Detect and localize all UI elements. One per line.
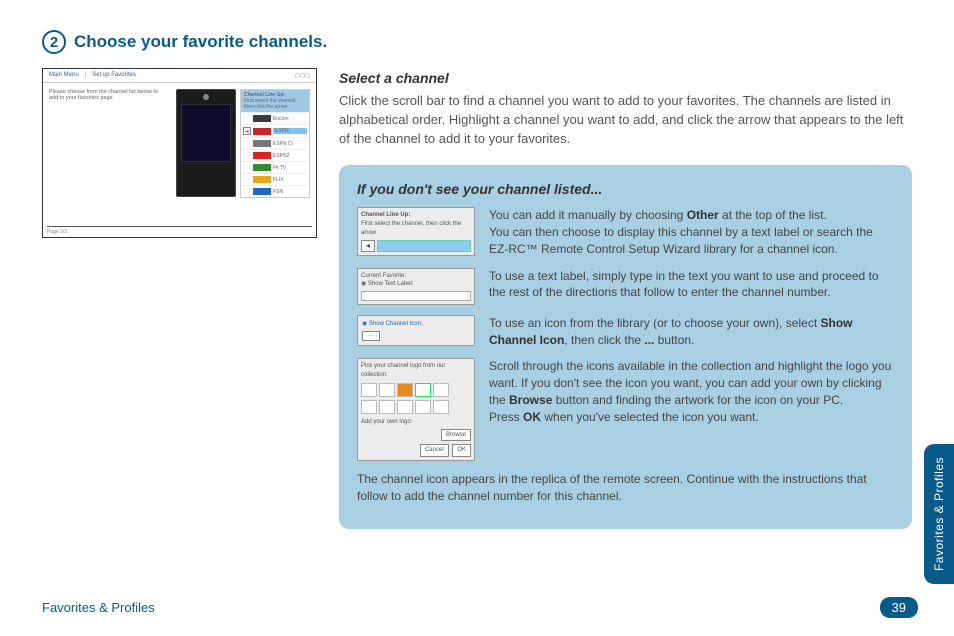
callout-r2: To use a text label, simply type in the … [489,268,894,302]
channel-row: ESPN Cl [241,137,309,149]
step-number-badge: 2 [42,30,66,54]
channel-row: FSN [241,185,309,197]
remote-preview [176,89,236,197]
callout-r3: To use an icon from the library (or to c… [489,315,894,349]
thumb-text-label: Current Favorite: Show Text Label: [357,268,475,305]
select-channel-text: Click the scroll bar to find a channel y… [339,92,912,149]
page-number: 39 [880,597,918,618]
thumb-browse: Pick your channel logo from our collecti… [357,358,475,460]
step-header: 2 Choose your favorite channels. [42,30,912,54]
thumb-other: Channel Line Up: First select the channe… [357,207,475,256]
crumb-main: Main Menu [49,72,79,79]
channel-row: ◂ESPN [241,124,309,137]
side-tab: Favorites & Profiles [924,444,954,584]
wizard-instruction: Please choose from the channel list belo… [49,89,168,198]
callout-box: If you don't see your channel listed... … [339,165,912,529]
left-arrow-icon: ◂ [361,240,375,252]
select-channel-heading: Select a channel [339,68,912,88]
channel-row: ESPN2 [241,149,309,161]
channel-row: Fit TV [241,161,309,173]
wizard-pager: Page 1/3 [47,226,312,235]
thumb-channel-icon: Show Channel Icon: … [357,315,475,346]
callout-r1: You can add it manually by choosing Othe… [489,207,894,257]
wizard-screenshot: Main Menu | Set up Favorites ◻◻◻ Please … [42,68,317,238]
channel-row: Encore [241,112,309,124]
topbar-icons: ◻◻◻ [295,72,310,79]
step-title: Choose your favorite channels. [74,32,327,52]
callout-title: If you don't see your channel listed... [357,179,894,199]
crumb-sub: Set up Favorites [92,72,136,79]
lineup-sub: First select the channel, then click the… [244,98,297,110]
channel-list: Channel Line Up: First select the channe… [240,89,310,198]
callout-r4: Scroll through the icons available in th… [489,358,894,425]
footer-section: Favorites & Profiles [42,600,155,615]
callout-r5: The channel icon appears in the replica … [357,471,894,505]
channel-row: FLIX [241,173,309,185]
